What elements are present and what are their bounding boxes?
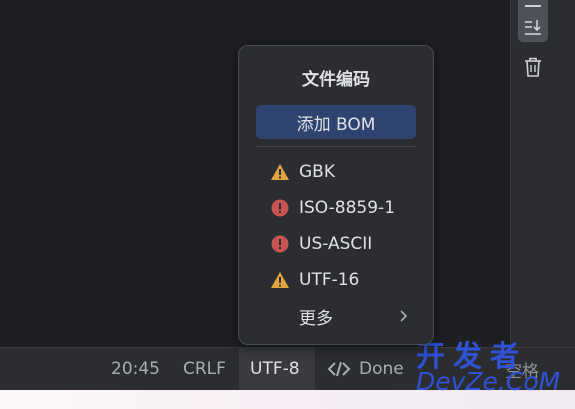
encoding-item-utf-16[interactable]: UTF-16 <box>256 263 416 297</box>
warning-icon <box>271 164 289 180</box>
add-bom-button[interactable]: 添加 BOM <box>256 105 416 139</box>
encoding-label: ISO-8859-1 <box>299 198 396 218</box>
file-encoding[interactable]: UTF-8 <box>239 348 315 390</box>
more-label: 更多 <box>299 308 333 329</box>
error-icon <box>271 199 289 217</box>
error-icon <box>271 235 289 253</box>
code-status[interactable]: Done <box>316 348 415 390</box>
more-encodings-item[interactable]: 更多 <box>256 299 416 333</box>
warning-icon <box>271 272 289 288</box>
scroll-to-end-icon <box>525 20 541 35</box>
encoding-item-gbk[interactable]: GBK <box>256 155 416 189</box>
code-status-label: Done <box>359 359 404 379</box>
encoding-label: UTF-16 <box>299 270 360 290</box>
scroll-to-end-button[interactable] <box>518 12 548 42</box>
code-icon <box>327 361 351 377</box>
status-bar: 20:45 CRLF UTF-8 Done 空格 <box>0 347 575 390</box>
indent-setting[interactable]: 空格 <box>494 348 550 390</box>
line-separator[interactable]: CRLF <box>172 348 237 390</box>
wrap-icon <box>525 4 541 7</box>
bottom-strip <box>0 390 575 409</box>
encoding-item-iso-8859-1[interactable]: ISO-8859-1 <box>256 191 416 225</box>
popup-title: 文件编码 <box>302 70 370 90</box>
clear-button[interactable] <box>518 52 548 82</box>
chevron-right-icon <box>400 310 408 322</box>
right-toolbar <box>510 0 575 347</box>
popup-divider <box>256 146 416 147</box>
encoding-label: GBK <box>299 162 335 182</box>
encoding-label: US-ASCII <box>299 234 373 254</box>
file-encoding-popup: 文件编码 添加 BOM GBK ISO-8859-1 US-ASCII UTF-… <box>238 45 434 345</box>
caret-position[interactable]: 20:45 <box>100 348 171 390</box>
trash-icon <box>525 57 541 77</box>
encoding-item-us-ascii[interactable]: US-ASCII <box>256 227 416 261</box>
